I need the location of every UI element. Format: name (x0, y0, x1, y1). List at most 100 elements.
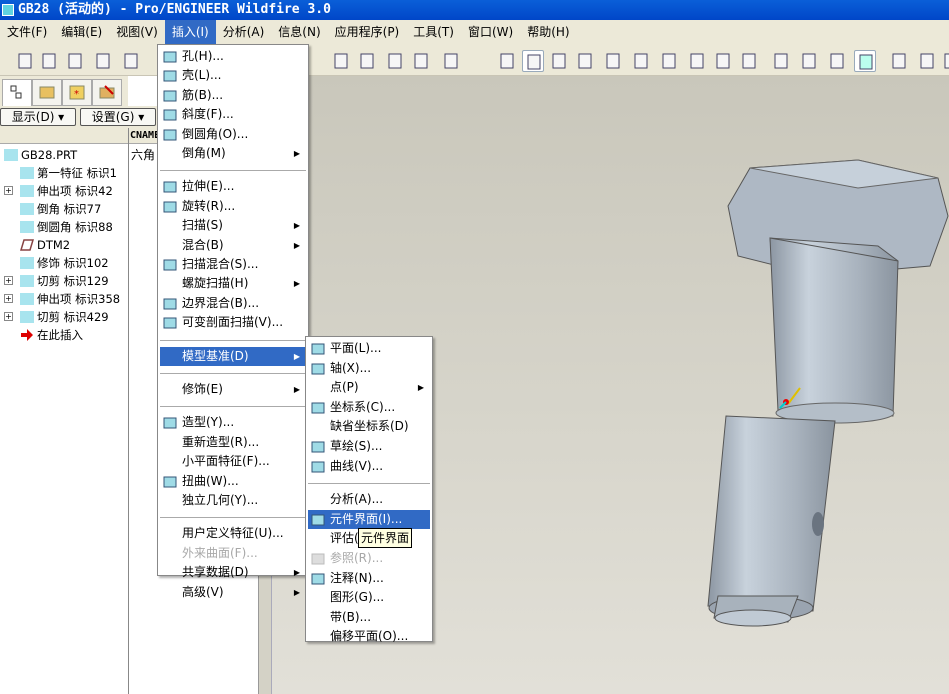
menu-item[interactable]: 孔(H)... (160, 47, 306, 66)
menu-item[interactable]: 轴(X)... (308, 359, 430, 378)
layers-button[interactable] (712, 50, 734, 72)
menu-item[interactable]: 点(P) ▶ (308, 378, 430, 397)
tree-item[interactable]: 倒角 标识77 (20, 200, 101, 218)
menu-applications[interactable]: 应用程序(P) (328, 20, 407, 44)
shading-button[interactable] (854, 50, 876, 72)
tree-item[interactable]: 第一特征 标识1 (20, 164, 117, 182)
zoom-in-button[interactable] (574, 50, 596, 72)
menu-item[interactable]: 扫描混合(S)... (160, 255, 306, 274)
tree-item[interactable]: DTM2 (19, 236, 70, 254)
menu-item[interactable]: 偏移平面(O)... (308, 627, 430, 646)
expand-toggle[interactable]: + (4, 312, 13, 321)
tree-item[interactable]: + 伸出项 标识358 (4, 290, 120, 308)
menu-item-label: 造型(Y)... (182, 415, 235, 430)
menu-item[interactable]: 扫描(S) ▶ (160, 216, 306, 235)
menu-file[interactable]: 文件(F) (0, 20, 54, 44)
menu-view[interactable]: 视图(V) (109, 20, 165, 44)
menu-item[interactable]: 图形(G)... (308, 588, 430, 607)
tab-folder-browser[interactable] (32, 79, 62, 106)
menu-item[interactable]: 壳(L)... (160, 66, 306, 85)
regenerate-button[interactable] (384, 50, 406, 72)
no-hidden-button[interactable] (826, 50, 848, 72)
menu-item[interactable]: 拉伸(E)... (160, 177, 306, 196)
menu-item[interactable]: 小平面特征(F)... (160, 452, 306, 471)
tab-connections[interactable] (92, 79, 122, 106)
menu-item[interactable]: 用户定义特征(U)... (160, 524, 306, 543)
menu-tools[interactable]: 工具(T) (406, 20, 461, 44)
tree-item[interactable]: 修饰 标识102 (20, 254, 109, 272)
menu-item[interactable]: 平面(L)... (308, 339, 430, 358)
expand-toggle[interactable]: + (4, 186, 13, 195)
menu-item[interactable]: 独立几何(Y)... (160, 491, 306, 510)
tab-favorites[interactable]: * (62, 79, 92, 106)
orient-button[interactable] (548, 50, 570, 72)
point-display-button[interactable] (940, 50, 949, 72)
menu-item[interactable]: 边界混合(B)... (160, 294, 306, 313)
tree-item[interactable]: GB28.PRT (4, 146, 77, 164)
expand-toggle[interactable]: + (4, 276, 13, 285)
menu-item-label: 草绘(S)... (330, 439, 383, 453)
copy-button[interactable] (330, 50, 352, 72)
email-button[interactable] (120, 50, 142, 72)
menu-item[interactable]: 高级(V) ▶ (160, 583, 306, 602)
menu-item[interactable]: 模型基准(D) ▶ (160, 346, 306, 366)
menu-item[interactable]: 筋(B)... (160, 86, 306, 105)
tree-item[interactable]: + 切剪 标识129 (4, 272, 109, 290)
hidden-line-button[interactable] (798, 50, 820, 72)
menu-item[interactable]: 倒圆角(O)... (160, 125, 306, 144)
menu-item[interactable]: 造型(Y)... (160, 413, 306, 432)
menu-item[interactable]: 坐标系(C)... (308, 398, 430, 417)
open-button[interactable] (38, 50, 60, 72)
menu-item[interactable]: 注释(N)... (308, 569, 430, 588)
menu-item[interactable]: 元件界面(I)... (308, 509, 430, 529)
spin-center-button[interactable] (522, 50, 544, 72)
menu-window[interactable]: 窗口(W) (461, 20, 520, 44)
datum-axis-display-button[interactable] (916, 50, 938, 72)
wireframe-button[interactable] (770, 50, 792, 72)
zoom-out-button[interactable] (602, 50, 624, 72)
save-button[interactable] (64, 50, 86, 72)
new-file-button[interactable] (14, 50, 36, 72)
menu-item-label: 点(P) (330, 380, 359, 395)
menu-item[interactable]: 修饰(E) ▶ (160, 380, 306, 399)
menu-item[interactable]: 旋转(R)... (160, 197, 306, 216)
paste-button[interactable] (356, 50, 378, 72)
menu-item[interactable]: 草绘(S)... (308, 437, 430, 456)
menu-item[interactable]: 带(B)... (308, 608, 430, 627)
menu-help[interactable]: 帮助(H) (520, 20, 576, 44)
menu-item[interactable]: 螺旋扫描(H) ▶ (160, 274, 306, 293)
menu-item[interactable]: 曲线(V)... (308, 457, 430, 476)
menu-item[interactable]: 共享数据(D) ▶ (160, 563, 306, 582)
menu-item[interactable]: 混合(B) ▶ (160, 236, 306, 255)
menu-edit[interactable]: 编辑(E) (54, 20, 109, 44)
select-box-button[interactable] (440, 50, 462, 72)
view-manager-button[interactable] (658, 50, 680, 72)
find-button[interactable] (410, 50, 432, 72)
menu-item[interactable]: 重新造型(R)... (160, 433, 306, 452)
menu-item[interactable]: 分析(A)... (308, 490, 430, 509)
menu-analysis[interactable]: 分析(A) (216, 20, 272, 44)
repaint-button[interactable] (496, 50, 518, 72)
menu-item[interactable]: 缺省坐标系(D) (308, 417, 430, 436)
column-header-cname[interactable]: CNAME (130, 128, 160, 144)
column-divider[interactable] (128, 128, 129, 694)
show-button[interactable]: 显示(D) ▾ (0, 108, 76, 126)
menu-insert[interactable]: 插入(I) (164, 20, 216, 44)
refit-button[interactable] (630, 50, 652, 72)
menu-item[interactable]: 倒角(M) ▶ (160, 144, 306, 163)
tree-item[interactable]: + 切剪 标识429 (4, 308, 109, 326)
model-tree-settings-button[interactable] (738, 50, 760, 72)
menu-item[interactable]: 可变剖面扫描(V)... (160, 313, 306, 332)
expand-toggle[interactable]: + (4, 294, 13, 303)
print-button[interactable] (92, 50, 114, 72)
menu-info[interactable]: 信息(N) (271, 20, 327, 44)
tree-item[interactable]: + 伸出项 标识42 (4, 182, 113, 200)
menu-item[interactable]: 斜度(F)... (160, 105, 306, 124)
tree-item[interactable]: 倒圆角 标识88 (20, 218, 113, 236)
annotation-button[interactable] (686, 50, 708, 72)
settings-button[interactable]: 设置(G) ▾ (80, 108, 156, 126)
tree-item[interactable]: 在此插入 (20, 326, 83, 344)
menu-item[interactable]: 扭曲(W)... (160, 472, 306, 491)
datum-plane-display-button[interactable] (888, 50, 910, 72)
tab-model-tree[interactable] (2, 79, 32, 106)
